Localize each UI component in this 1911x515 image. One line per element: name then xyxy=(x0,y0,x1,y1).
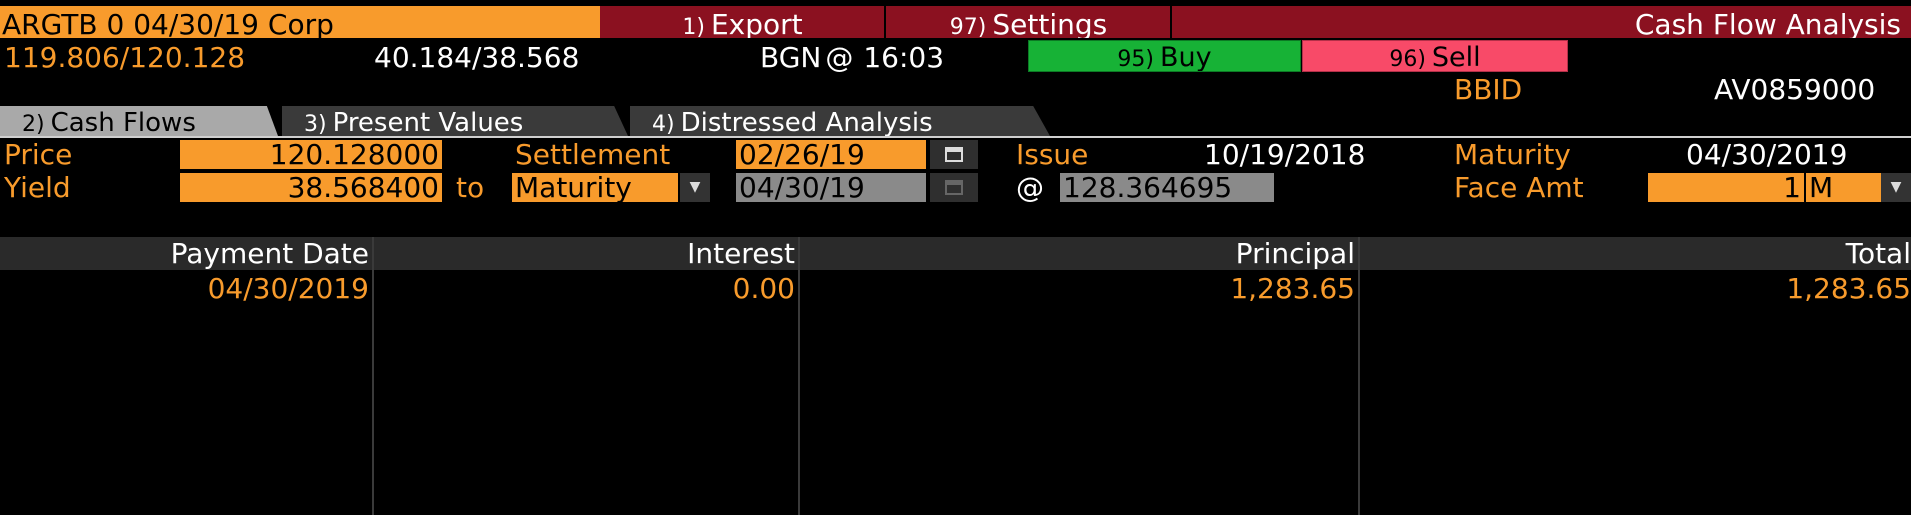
cash-flow-table: Payment Date Interest Principal Total 04… xyxy=(0,237,1911,515)
buy-button[interactable]: 95) Buy xyxy=(1028,40,1301,72)
sell-label: Sell xyxy=(1431,42,1481,72)
chevron-down-icon: ▼ xyxy=(1890,179,1902,195)
bbid-value: AV0859000 xyxy=(1714,73,1876,106)
export-button[interactable]: 1) Export xyxy=(600,6,885,38)
workout-dropdown-button[interactable]: ▼ xyxy=(680,173,710,202)
cell-principal: 1,283.65 xyxy=(1230,272,1355,305)
cell-payment-date: 04/30/2019 xyxy=(207,272,369,305)
face-unit-dropdown-button[interactable]: ▼ xyxy=(1881,173,1911,202)
source-label: BGN xyxy=(760,41,822,74)
tab-cash-flows[interactable]: 2) Cash Flows xyxy=(0,106,278,136)
settlement-label: Settlement xyxy=(515,138,671,171)
yield-label: Yield xyxy=(4,171,71,204)
buy-label: Buy xyxy=(1159,42,1212,72)
yield-field[interactable]: 38.568400 xyxy=(180,173,442,202)
face-unit-select[interactable]: M xyxy=(1806,173,1882,202)
tab-present-values-number: 3) xyxy=(304,112,327,137)
tab-cash-flows-label: Cash Flows xyxy=(50,108,196,138)
face-amount-label: Face Amt xyxy=(1454,171,1584,204)
export-number: 1) xyxy=(682,15,705,38)
settlement-calendar-button[interactable] xyxy=(930,140,978,169)
header-payment-date[interactable]: Payment Date xyxy=(171,239,369,269)
maturity-label: Maturity xyxy=(1454,138,1571,171)
tab-distressed-label: Distressed Analysis xyxy=(680,108,933,138)
workout-select[interactable]: Maturity xyxy=(512,173,678,202)
tab-distressed-analysis[interactable]: 4) Distressed Analysis xyxy=(630,106,1050,136)
to-label: to xyxy=(456,171,485,204)
calendar-icon xyxy=(945,180,963,195)
workout-calendar-button[interactable] xyxy=(930,173,978,202)
calendar-icon xyxy=(945,147,963,162)
quote-time: 16:03 xyxy=(863,41,945,74)
face-amount-field[interactable]: 1 xyxy=(1648,173,1804,202)
maturity-date: 04/30/2019 xyxy=(1686,138,1848,171)
sell-button[interactable]: 96) Sell xyxy=(1302,40,1568,72)
workout-price-field[interactable]: 128.364695 xyxy=(1060,173,1274,202)
settings-label: Settings xyxy=(992,8,1108,38)
workout-at-sign: @ xyxy=(1016,171,1044,204)
settlement-date-field[interactable]: 02/26/19 xyxy=(736,140,926,169)
tab-distressed-number: 4) xyxy=(652,112,675,137)
header-principal[interactable]: Principal xyxy=(1236,239,1355,269)
page-title: Cash Flow Analysis xyxy=(1172,6,1911,38)
settings-button[interactable]: 97) Settings xyxy=(886,6,1171,38)
tab-divider xyxy=(0,136,1911,138)
issue-date: 10/19/2018 xyxy=(1204,138,1366,171)
settings-number: 97) xyxy=(949,15,987,38)
yield-bid-ask: 40.184/38.568 xyxy=(374,41,580,74)
price-field[interactable]: 120.128000 xyxy=(180,140,442,169)
cell-total: 1,283.65 xyxy=(1786,272,1911,305)
header-total[interactable]: Total xyxy=(1846,239,1911,269)
sell-number: 96) xyxy=(1389,47,1426,72)
export-label: Export xyxy=(710,8,803,38)
price-bid-ask: 119.806/120.128 xyxy=(4,41,246,74)
security-ticker[interactable]: ARGTB 0 04/30/19 Corp xyxy=(0,6,600,38)
tab-cash-flows-number: 2) xyxy=(22,112,45,137)
header-interest[interactable]: Interest xyxy=(687,239,795,269)
pricing-source: BGN @16:03 xyxy=(760,44,944,72)
at-sign: @ xyxy=(825,41,854,74)
price-label: Price xyxy=(4,138,73,171)
chevron-down-icon: ▼ xyxy=(689,179,701,195)
tab-present-values[interactable]: 3) Present Values xyxy=(282,106,628,136)
workout-date-field[interactable]: 04/30/19 xyxy=(736,173,926,202)
tab-present-values-label: Present Values xyxy=(332,108,524,138)
buy-number: 95) xyxy=(1117,47,1154,72)
cell-interest: 0.00 xyxy=(732,272,795,305)
issue-label: Issue xyxy=(1016,138,1089,171)
bbid-label: BBID xyxy=(1454,73,1523,106)
